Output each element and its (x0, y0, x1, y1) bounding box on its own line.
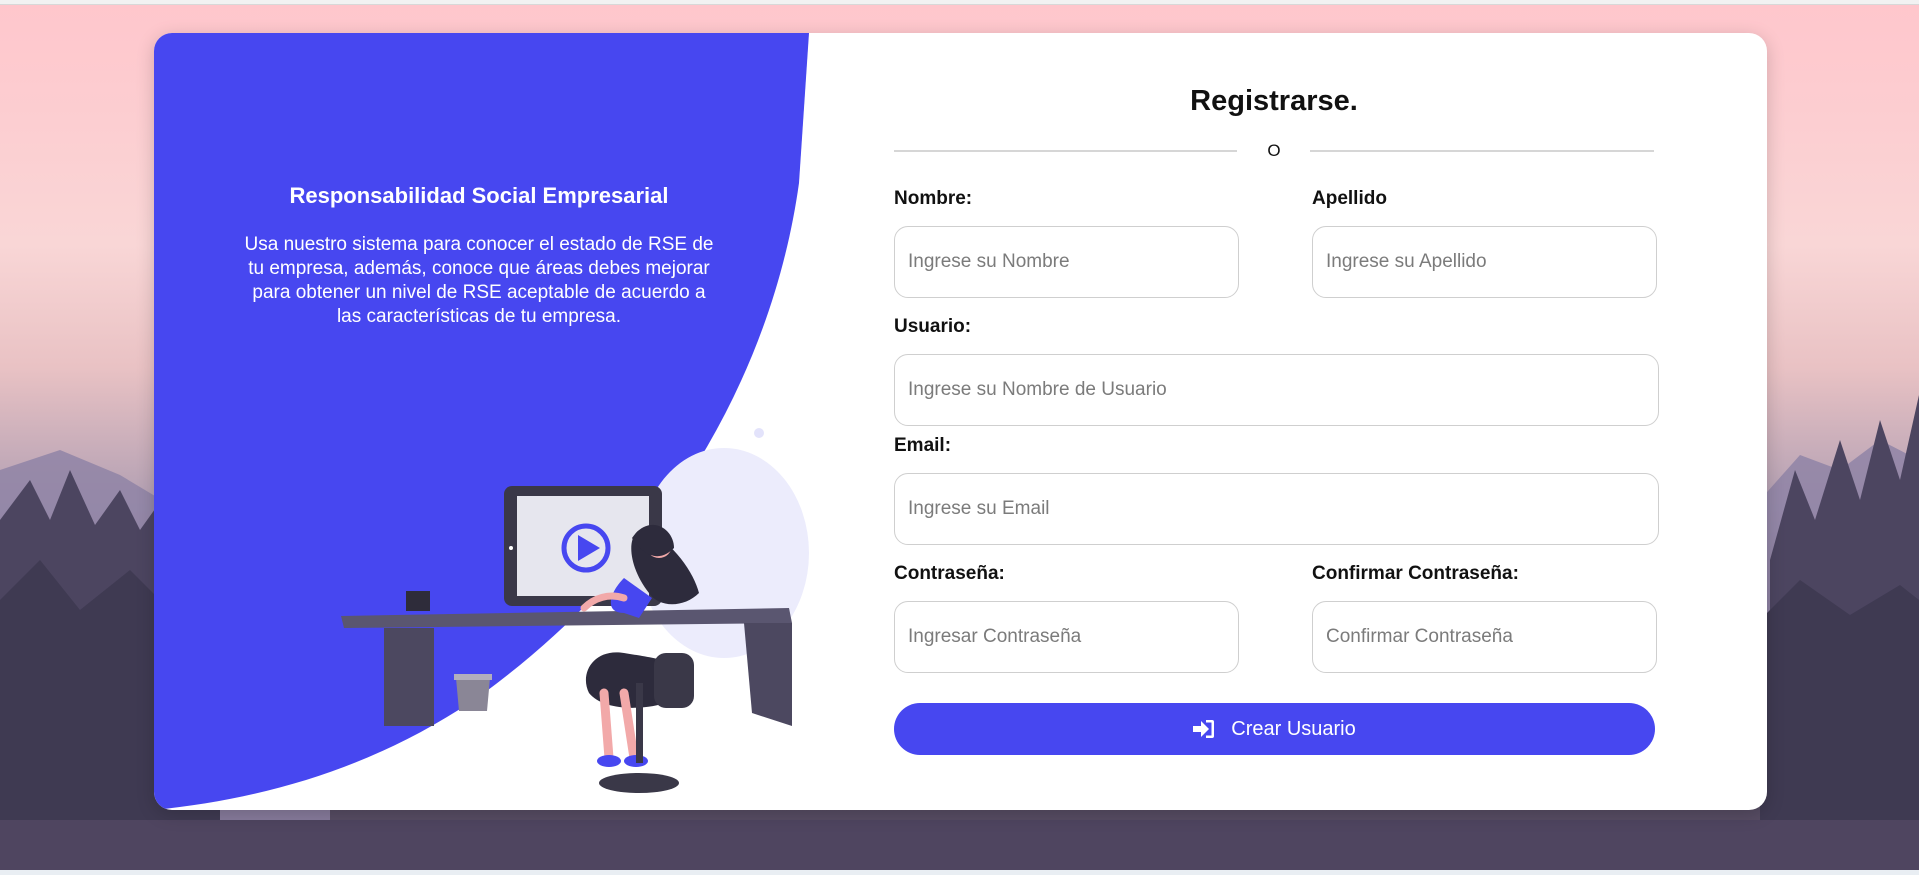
register-form: Registrarse. O Nombre: Apellido Usuario:… (894, 33, 1659, 810)
hero-illustration-panel (154, 33, 809, 810)
usuario-input[interactable] (894, 354, 1659, 426)
password-input[interactable] (894, 601, 1239, 673)
divider-right (1310, 150, 1654, 152)
hero-text-block: Responsabilidad Social Empresarial Usa n… (244, 183, 714, 329)
contrasena-label: Contraseña: (894, 563, 1005, 584)
sign-in-icon (1193, 720, 1215, 738)
hero-description: Usa nuestro sistema para conocer el esta… (244, 234, 714, 327)
apellido-input[interactable] (1312, 226, 1657, 298)
crear-usuario-label: Crear Usuario (1231, 717, 1356, 740)
confirmar-label: Confirmar Contraseña: (1312, 563, 1519, 584)
email-label: Email: (894, 435, 952, 456)
apellido-label: Apellido (1312, 188, 1387, 209)
crear-usuario-button[interactable]: Crear Usuario (894, 703, 1655, 755)
nombre-input[interactable] (894, 226, 1239, 298)
email-input[interactable] (894, 473, 1659, 545)
usuario-label: Usuario: (894, 316, 972, 337)
hero-title: Responsabilidad Social Empresarial (289, 183, 669, 208)
confirm-password-input[interactable] (1312, 601, 1657, 673)
register-card: Responsabilidad Social Empresarial Usa n… (154, 33, 1767, 810)
nombre-label: Nombre: (894, 188, 973, 209)
browser-bottom-edge (0, 870, 1919, 875)
form-title: Registrarse. (1190, 85, 1358, 117)
